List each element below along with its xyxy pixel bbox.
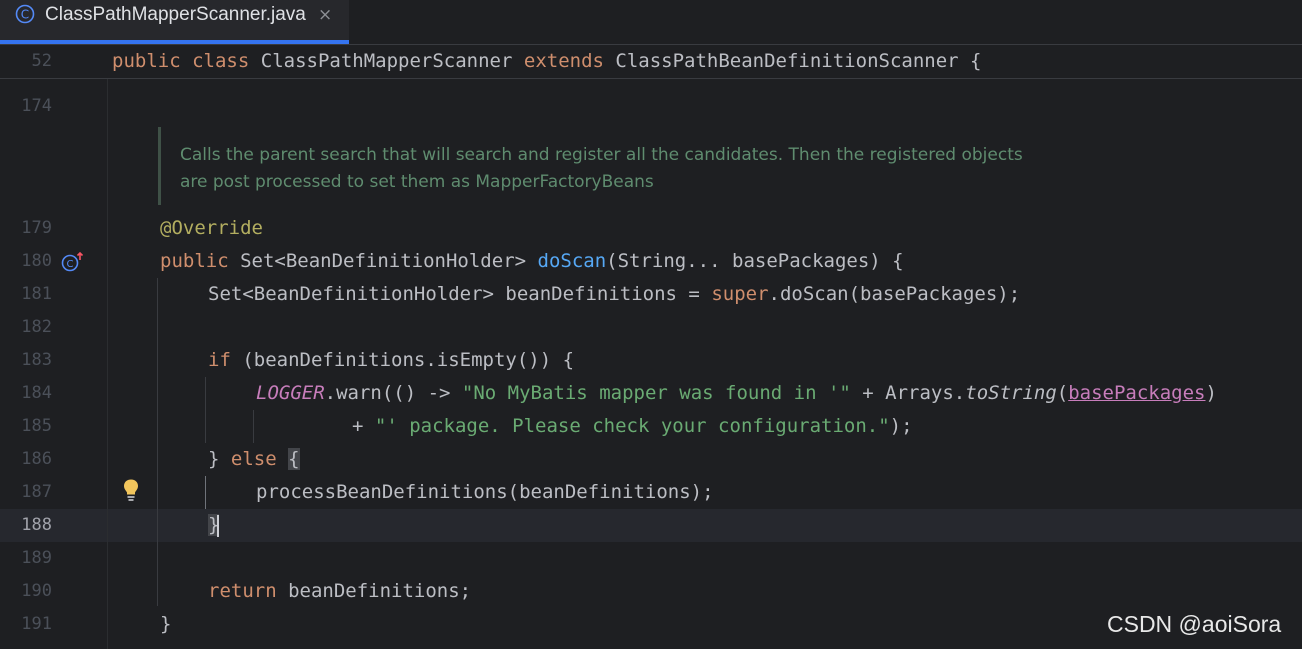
parent-class: ClassPathBeanDefinitionScanner <box>615 50 959 72</box>
code-line: processBeanDefinitions(beanDefinitions); <box>256 481 714 503</box>
code-line: public Set<BeanDefinitionHolder> doScan(… <box>160 245 904 278</box>
tab-classpathmapperscanner[interactable]: C ClassPathMapperScanner.java × <box>0 0 349 44</box>
annotation: @Override <box>160 217 263 239</box>
keyword: extends <box>523 50 604 72</box>
sticky-code: public class ClassPathMapperScanner exte… <box>112 45 981 78</box>
line-number: 185 <box>21 416 52 436</box>
indent-guide <box>253 410 254 443</box>
line-number: 190 <box>21 581 52 601</box>
svg-text:C: C <box>67 259 74 270</box>
matched-brace: { <box>288 448 300 470</box>
code-line: } <box>160 613 172 635</box>
class-icon: C <box>15 4 35 24</box>
code-line: } else { <box>208 443 300 476</box>
code-text: (beanDefinitions.isEmpty()) { <box>230 349 575 371</box>
static-method: toString <box>965 382 1057 404</box>
code-line-current[interactable]: } <box>208 509 220 542</box>
line-number: 180 <box>21 251 52 271</box>
editor-tab-bar: C ClassPathMapperScanner.java × <box>0 0 1302 44</box>
string-literal: "' package. Please check your configurat… <box>374 415 890 437</box>
return-type: Set<BeanDefinitionHolder> <box>240 250 527 272</box>
line-number-current: 188 <box>21 515 52 535</box>
indent-guide-active <box>205 476 206 509</box>
sticky-class-header[interactable]: 52 public class ClassPathMapperScanner e… <box>0 45 1302 79</box>
keyword: public <box>160 250 229 272</box>
method-name: doScan <box>537 250 607 272</box>
doc-comment-line: are post processed to set them as Mapper… <box>180 172 654 192</box>
line-number: 182 <box>21 317 52 337</box>
override-method-icon[interactable]: C <box>61 251 85 273</box>
line-number: 181 <box>21 284 52 304</box>
close-icon[interactable]: × <box>318 3 332 27</box>
svg-text:C: C <box>21 8 29 22</box>
doc-comment-bar <box>158 127 161 205</box>
line-number: 186 <box>21 449 52 469</box>
indent-guide <box>205 377 206 443</box>
text-caret <box>217 514 220 537</box>
parameter-ref: basePackages <box>1068 382 1206 404</box>
keyword: public <box>112 50 181 72</box>
line-number: 187 <box>21 482 52 502</box>
static-field: LOGGER <box>256 382 325 404</box>
code-text: ); <box>889 415 913 437</box>
keyword: return <box>208 580 277 602</box>
watermark: CSDN @aoiSora <box>1107 611 1282 637</box>
line-number: 183 <box>21 350 52 370</box>
keyword: if <box>208 349 231 371</box>
keyword: else <box>230 448 277 470</box>
current-line-highlight <box>0 509 1302 542</box>
code-line: Set<BeanDefinitionHolder> beanDefinition… <box>208 278 1020 311</box>
lightbulb-intention-icon[interactable] <box>122 478 140 502</box>
tab-title: ClassPathMapperScanner.java <box>45 4 306 25</box>
line-number: 179 <box>21 218 52 238</box>
code-line: return beanDefinitions; <box>208 575 471 608</box>
code-line: if (beanDefinitions.isEmpty()) { <box>208 344 574 377</box>
code-line: LOGGER.warn(() -> "No MyBatis mapper was… <box>256 377 1217 410</box>
keyword: class <box>192 50 250 72</box>
line-number: 174 <box>21 96 52 116</box>
string-literal: "No MyBatis mapper was found in '" <box>461 382 851 404</box>
gutter-divider <box>107 78 108 649</box>
code-text: + <box>352 415 375 437</box>
code-text: beanDefinitions; <box>276 580 472 602</box>
code-text: } <box>208 448 231 470</box>
line-number: 189 <box>21 548 52 568</box>
indent-guide <box>157 278 158 606</box>
code-text: .warn(() -> <box>324 382 462 404</box>
brace: { <box>970 50 982 72</box>
doc-comment-line: Calls the parent search that will search… <box>180 145 1023 165</box>
code-text: ) <box>1205 382 1217 404</box>
code-text: Set<BeanDefinitionHolder> beanDefinition… <box>208 283 712 305</box>
keyword: super <box>711 283 769 305</box>
line-number: 184 <box>21 383 52 403</box>
line-number: 191 <box>21 614 52 634</box>
code-text: .doScan(basePackages); <box>768 283 1021 305</box>
line-number: 52 <box>31 51 52 71</box>
code-text: + Arrays. <box>850 382 966 404</box>
code-line: + "' package. Please check your configur… <box>352 410 913 443</box>
class-name: ClassPathMapperScanner <box>260 50 513 72</box>
code-text: ( <box>1056 382 1069 404</box>
method-args: (String... basePackages) { <box>606 250 904 272</box>
